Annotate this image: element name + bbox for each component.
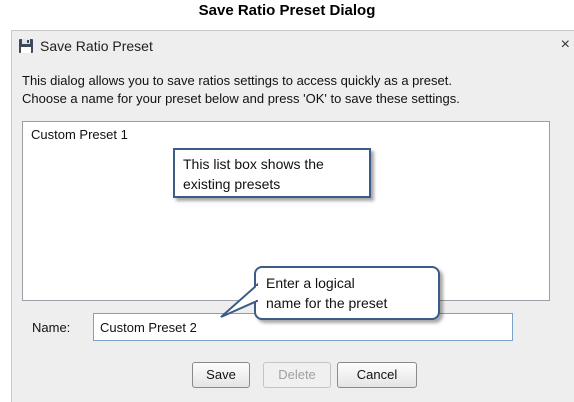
save-button[interactable]: Save — [192, 362, 250, 388]
save-ratio-preset-dialog: Save Ratio Preset × This dialog allows y… — [11, 30, 574, 402]
name-callout-line-2: name for the preset — [266, 295, 388, 311]
dialog-titlebar: Save Ratio Preset × — [12, 31, 574, 61]
list-item[interactable]: Custom Preset 1 — [31, 127, 128, 142]
instructions-line-2: Choose a name for your preset below and … — [22, 91, 460, 106]
listbox-callout-line-1: This list box shows the — [183, 156, 324, 172]
page-title: Save Ratio Preset Dialog — [198, 2, 376, 19]
delete-button[interactable]: Delete — [263, 362, 331, 388]
name-label: Name: — [32, 320, 71, 335]
listbox-callout: This list box shows the existing presets — [173, 148, 371, 198]
cancel-button[interactable]: Cancel — [337, 362, 417, 388]
instructions-line-1: This dialog allows you to save ratios se… — [22, 73, 452, 88]
save-icon — [19, 39, 33, 53]
callout-pointer — [220, 283, 258, 318]
name-callout-line-1: Enter a logical — [266, 275, 355, 291]
instructions-text: This dialog allows you to save ratios se… — [22, 72, 460, 108]
close-icon[interactable]: × — [561, 36, 570, 54]
dialog-title: Save Ratio Preset — [40, 38, 153, 54]
name-callout: Enter a logical name for the preset — [220, 266, 440, 320]
listbox-callout-line-2: existing presets — [183, 176, 281, 192]
